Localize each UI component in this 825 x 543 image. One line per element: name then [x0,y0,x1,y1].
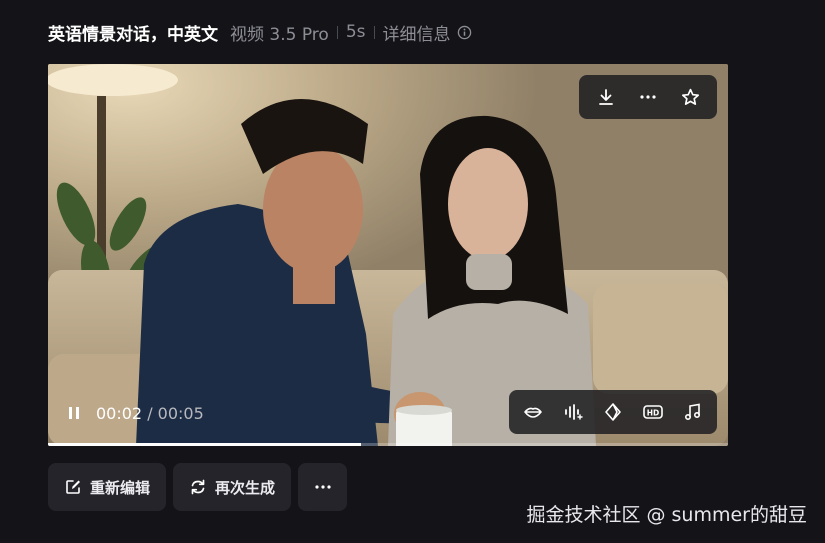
pause-icon[interactable] [66,405,82,421]
info-icon[interactable] [457,25,472,40]
star-icon [681,88,699,105]
regenerate-icon [191,479,205,495]
duration-label: 5s [345,22,366,42]
tools-toolbar: HD [509,390,717,434]
hd-icon: HD [643,405,663,419]
divider [336,25,338,39]
watermark-text: 掘金技术社区 @ summer的甜豆 [526,504,807,526]
more-icon [640,95,656,99]
header: 英语情景对话，中英文 视频 3.5 Pro 5s 详细信息 [48,20,472,45]
action-bar: 重新编辑 再次生成 [48,463,348,511]
favorite-button[interactable] [669,75,711,119]
more-options-button[interactable] [627,75,669,119]
playback-controls: 00:02 / 00:05 [66,396,204,430]
video-title: 英语情景对话，中英文 [48,24,218,45]
details-link[interactable]: 详细信息 [383,20,451,45]
reedit-button[interactable]: 重新编辑 [48,463,167,511]
total-time: / 00:05 [147,403,204,423]
more-actions-button[interactable] [298,463,348,511]
hd-button[interactable]: HD [633,390,673,434]
video-player[interactable]: 00:02 / 00:05 HD [48,64,728,446]
diamond-icon [605,403,621,421]
progress-fill [48,443,361,446]
progress-bar[interactable] [48,443,728,446]
divider [373,25,375,39]
current-time: 00:02 [96,403,143,423]
audio-enhance-icon [565,404,583,420]
regenerate-label: 再次生成 [215,478,276,497]
download-icon [599,89,613,105]
lip-sync-button[interactable] [513,390,553,434]
download-button[interactable] [585,75,627,119]
more-icon [314,485,331,489]
video-frame [48,64,728,446]
reedit-label: 重新编辑 [90,478,151,497]
music-button[interactable] [673,390,713,434]
top-toolbar [579,75,717,119]
audio-enhance-button[interactable] [553,390,593,434]
lip-sync-icon [524,407,542,418]
svg-text:HD: HD [647,408,660,417]
edit-icon [66,480,80,494]
effects-button[interactable] [593,390,633,434]
regenerate-button[interactable]: 再次生成 [173,463,292,511]
music-icon [684,403,701,421]
model-label: 视频 3.5 Pro [230,24,329,45]
